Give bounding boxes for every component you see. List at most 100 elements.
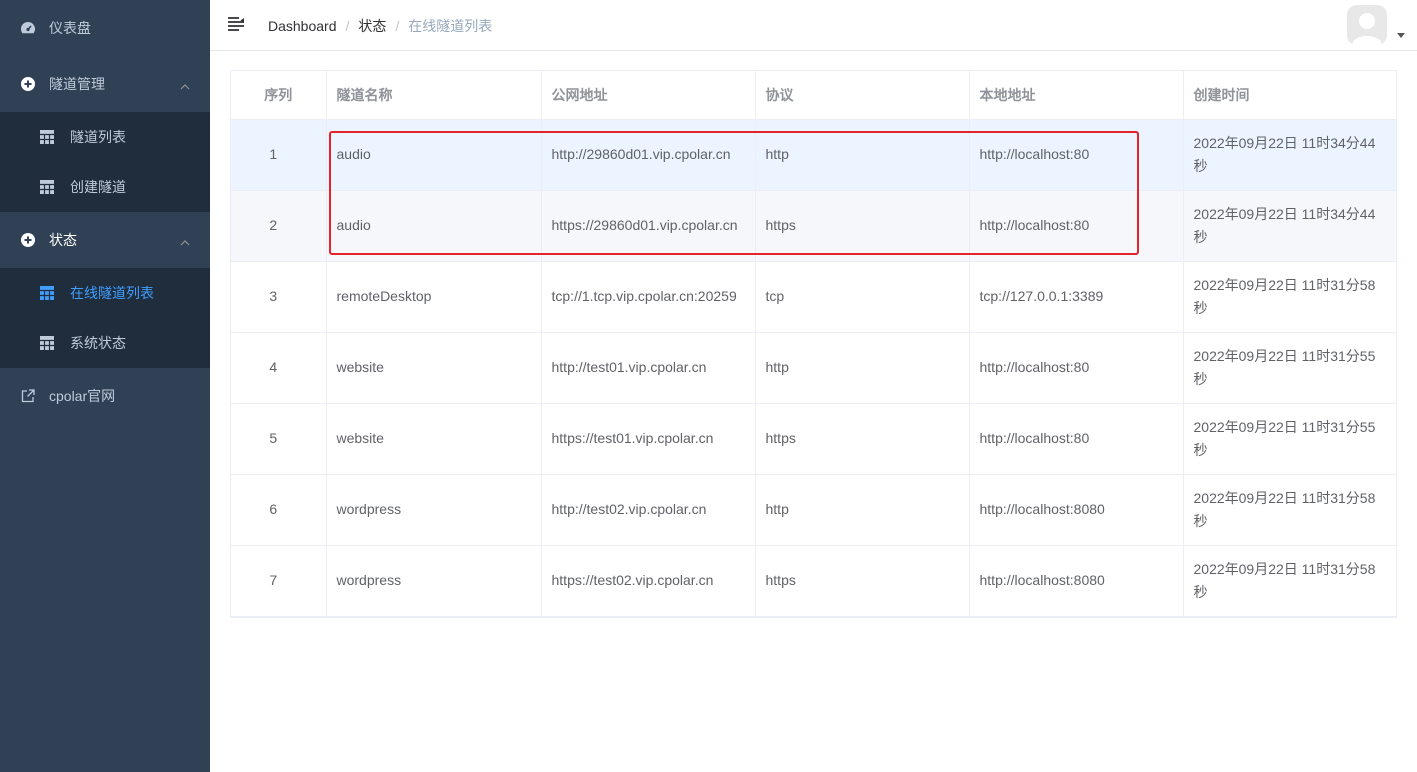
sidebar-item-cpolar-site[interactable]: cpolar官网 [0,368,210,424]
sidebar-item-label: 仪表盘 [49,20,91,36]
breadcrumb: Dashboard / 状态 / 在线隧道列表 [268,16,492,36]
column-header-protocol: 协议 [755,71,970,120]
sidebar-item-tunnel-list[interactable]: 隧道列表 [0,112,210,162]
cell-name: website [326,332,542,404]
cell-created: 2022年09月22日 11时34分44 秒 [1183,119,1396,191]
navbar: Dashboard / 状态 / 在线隧道列表 [210,0,1417,51]
cell-protocol: http [755,474,970,546]
table-row[interactable]: 7 wordpress https://test02.vip.cpolar.cn… [231,545,1396,617]
table-row[interactable]: 3 remoteDesktop tcp://1.tcp.vip.cpolar.c… [231,261,1396,333]
cell-local-address: http://localhost:80 [969,119,1184,191]
sidebar-item-status[interactable]: 状态 [0,212,210,268]
cell-created: 2022年09月22日 11时31分58 秒 [1183,261,1396,333]
created-date: 2022年09月22日 11时31分58 [1193,489,1376,506]
sidebar-item-online-tunnels[interactable]: 在线隧道列表 [0,268,210,318]
created-suffix: 秒 [1193,299,1208,316]
table-row[interactable]: 2 audio https://29860d01.vip.cpolar.cn h… [231,190,1396,262]
cell-created: 2022年09月22日 11时34分44 秒 [1183,190,1396,262]
avatar[interactable] [1347,5,1387,45]
cell-protocol: https [755,403,970,475]
cell-index: 2 [231,190,327,262]
cell-protocol: tcp [755,261,970,333]
cell-created: 2022年09月22日 11时31分55 秒 [1183,332,1396,404]
breadcrumb-item-dashboard[interactable]: Dashboard [268,18,337,34]
created-suffix: 秒 [1193,228,1208,245]
cell-name: wordpress [326,474,542,546]
cell-protocol: http [755,119,970,191]
created-date: 2022年09月22日 11时34分44 [1193,134,1376,151]
cell-name: remoteDesktop [326,261,542,333]
created-date: 2022年09月22日 11时31分58 [1193,276,1376,293]
table-row[interactable]: 6 wordpress http://test02.vip.cpolar.cn … [231,474,1396,546]
chevron-up-icon [180,77,190,93]
sidebar-item-label: cpolar官网 [49,388,116,404]
sidebar: 仪表盘 隧道管理 隧道列表 创建隧道 状态 在线隧道列表 系统状态 cpolar… [0,0,210,772]
cell-public-url: https://29860d01.vip.cpolar.cn [541,190,756,262]
table-icon [40,130,54,144]
cell-local-address: http://localhost:80 [969,403,1184,475]
created-date: 2022年09月22日 11时34分44 [1193,205,1376,222]
sidebar-item-label: 隧道管理 [49,76,105,92]
created-date: 2022年09月22日 11时31分58 [1193,560,1376,577]
table-icon [40,336,54,350]
created-suffix: 秒 [1193,441,1208,458]
table-row[interactable]: 5 website https://test01.vip.cpolar.cn h… [231,403,1396,475]
cell-public-url: https://test02.vip.cpolar.cn [541,545,756,617]
cell-index: 1 [231,119,327,191]
created-suffix: 秒 [1193,512,1208,529]
created-date: 2022年09月22日 11时31分55 [1193,347,1376,364]
created-suffix: 秒 [1193,157,1208,174]
table-icon [40,286,54,300]
cell-protocol: https [755,545,970,617]
plus-circle-icon [20,76,36,92]
sidebar-item-label: 状态 [49,232,77,248]
table-row[interactable]: 1 audio http://29860d01.vip.cpolar.cn ht… [231,119,1396,191]
breadcrumb-separator: / [345,18,350,34]
breadcrumb-item-status: 状态 [358,18,387,34]
cell-protocol: https [755,190,970,262]
sidebar-item-create-tunnel[interactable]: 创建隧道 [0,162,210,212]
column-header-local-address: 本地地址 [969,71,1184,120]
sidebar-item-system-status[interactable]: 系统状态 [0,318,210,368]
column-header-created: 创建时间 [1183,71,1396,120]
cell-created: 2022年09月22日 11时31分58 秒 [1183,545,1396,617]
cell-index: 5 [231,403,327,475]
cell-public-url: https://test01.vip.cpolar.cn [541,403,756,475]
cell-local-address: http://localhost:80 [969,332,1184,404]
cell-local-address: http://localhost:80 [969,190,1184,262]
table-header-row: 序列 隧道名称 公网地址 协议 本地地址 创建时间 [231,71,1396,120]
cell-index: 3 [231,261,327,333]
cell-name: audio [326,119,542,191]
sidebar-item-label: 在线隧道列表 [70,285,154,301]
caret-down-icon[interactable] [1397,33,1405,38]
created-date: 2022年09月22日 11时31分55 [1193,418,1376,435]
cell-index: 6 [231,474,327,546]
dashboard-icon [20,20,36,36]
cell-created: 2022年09月22日 11时31分58 秒 [1183,474,1396,546]
created-suffix: 秒 [1193,370,1208,387]
cell-local-address: http://localhost:8080 [969,545,1184,617]
sidebar-item-label: 系统状态 [70,335,126,351]
sidebar-item-label: 隧道列表 [70,129,126,145]
breadcrumb-separator: / [395,18,400,34]
sidebar-item-dashboard[interactable]: 仪表盘 [0,0,210,56]
hamburger-icon[interactable] [227,16,245,32]
cell-local-address: http://localhost:8080 [969,474,1184,546]
breadcrumb-item-current: 在线隧道列表 [408,18,493,34]
cell-index: 7 [231,545,327,617]
cell-local-address: tcp://127.0.0.1:3389 [969,261,1184,333]
table-row[interactable]: 4 website http://test01.vip.cpolar.cn ht… [231,332,1396,404]
chevron-up-icon [180,233,190,249]
cell-name: wordpress [326,545,542,617]
cell-public-url: http://test01.vip.cpolar.cn [541,332,756,404]
sidebar-item-tunnel-management[interactable]: 隧道管理 [0,56,210,112]
cell-protocol: http [755,332,970,404]
cell-name: audio [326,190,542,262]
column-header-public-url: 公网地址 [541,71,756,120]
cell-index: 4 [231,332,327,404]
table-icon [40,180,54,194]
tunnel-table: 序列 隧道名称 公网地址 协议 本地地址 创建时间 1 audio http:/… [230,70,1397,618]
external-link-icon [20,388,36,404]
column-header-name: 隧道名称 [326,71,542,120]
cell-public-url: tcp://1.tcp.vip.cpolar.cn:20259 [541,261,756,333]
